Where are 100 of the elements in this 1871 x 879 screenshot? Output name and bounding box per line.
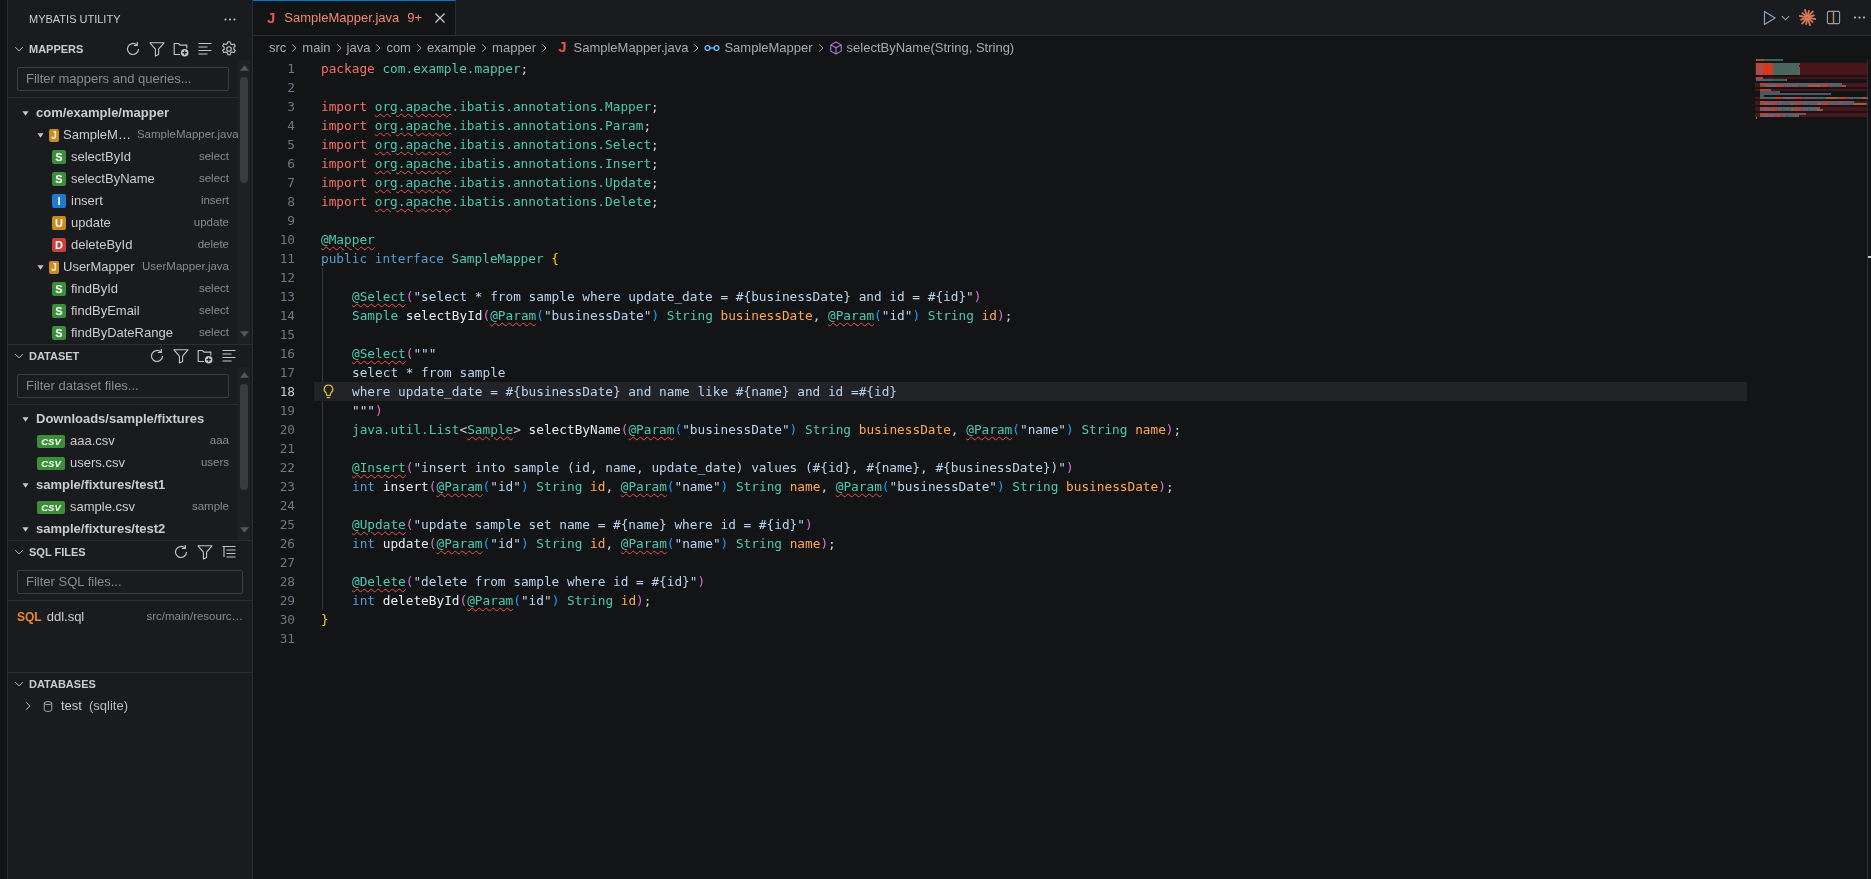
- settings-icon[interactable]: [221, 41, 237, 57]
- code-line: """): [352, 402, 383, 420]
- code-line: import org.apache.ibatis.annotations.Mapper;: [321, 98, 659, 116]
- file-type-badge: CSV: [37, 456, 65, 470]
- tree-item[interactable]: sample/fixtures/test2: [36, 519, 166, 539]
- breadcrumb[interactable]: java: [346, 37, 371, 58]
- caret-down-icon[interactable]: [22, 415, 29, 423]
- item-description: users: [199, 455, 229, 471]
- breadcrumb[interactable]: main: [302, 37, 331, 58]
- tree-item[interactable]: insert: [71, 191, 103, 211]
- query-type-badge: S: [52, 326, 66, 340]
- breadcrumb[interactable]: com: [386, 37, 411, 58]
- query-type-badge: D: [52, 238, 66, 252]
- code-line: import org.apache.ibatis.annotations.Update;: [321, 174, 659, 192]
- tree-item[interactable]: sample.csv: [70, 497, 136, 517]
- line-number: 17: [278, 364, 295, 382]
- tree-item[interactable]: SampleM…: [63, 125, 131, 145]
- query-type-badge: S: [52, 282, 66, 296]
- breadcrumb[interactable]: selectByName(String, String): [828, 37, 1015, 58]
- add-folder-icon[interactable]: [173, 41, 189, 57]
- item-description: aaa: [208, 433, 229, 449]
- code-line: select * from sample: [352, 364, 506, 382]
- tree-list-icon[interactable]: [221, 544, 237, 560]
- code-line: int deleteById(@Param("id") String id);: [352, 592, 652, 610]
- file-type-icon: J: [267, 6, 276, 30]
- filter-icon[interactable]: [197, 544, 213, 560]
- linked-circles-icon: [704, 43, 721, 52]
- editor-tab[interactable]: J SampleMapper.java 9+: [253, 0, 457, 35]
- tree-item[interactable]: ddl.sql: [46, 607, 85, 627]
- section-header[interactable]: MAPPERS: [29, 40, 84, 58]
- section-header[interactable]: SQL FILES: [29, 543, 86, 561]
- filter-field[interactable]: Filter SQL files...: [17, 569, 243, 594]
- caret-down-icon[interactable]: [37, 131, 44, 139]
- breadcrumb[interactable]: example: [426, 37, 477, 58]
- tree-item[interactable]: selectById: [71, 147, 131, 167]
- scrollbar-thumb[interactable]: [240, 77, 248, 183]
- section-header[interactable]: DATASET: [29, 347, 80, 365]
- section-header[interactable]: DATABASES: [29, 675, 96, 693]
- line-number: 20: [278, 421, 295, 439]
- breadcrumb[interactable]: src: [269, 37, 287, 58]
- chevron-down-icon[interactable]: [1781, 14, 1790, 21]
- refresh-icon[interactable]: [149, 348, 165, 364]
- file-type-badge: CSV: [37, 434, 65, 448]
- item-description: select: [197, 303, 229, 319]
- breadcrumb[interactable]: J SampleMapper.java: [552, 36, 689, 59]
- list-icon[interactable]: [197, 41, 213, 57]
- code-line: @Delete("delete from sample where id = #{id}"): [352, 573, 706, 591]
- code-line: import org.apache.ibatis.annotations.Insert;: [321, 155, 659, 173]
- tree-item[interactable]: test: [61, 696, 82, 716]
- breadcrumb[interactable]: SampleMapper: [704, 37, 813, 58]
- run-icon[interactable]: [1761, 9, 1777, 26]
- file-type-badge: J: [49, 128, 59, 142]
- item-description: insert: [199, 193, 229, 209]
- line-number: 5: [286, 136, 295, 154]
- query-type-badge: U: [52, 216, 66, 230]
- tree-item[interactable]: UserMapper: [63, 257, 135, 277]
- lightbulb-icon[interactable]: [322, 384, 335, 399]
- code-line: @Insert("insert into sample (id, name, update_date) values (#{id}, #{name}, #{businessDate})"): [352, 459, 1074, 477]
- item-description: select: [197, 325, 229, 341]
- tree-item[interactable]: com/example/mapper: [36, 103, 169, 123]
- more-icon[interactable]: [1853, 16, 1866, 19]
- starburst-icon[interactable]: [1799, 9, 1816, 26]
- code-line: int insert(@Param("id") String id, @Param("name") String name, @Param("businessDate") String businessDate);: [352, 478, 1174, 496]
- caret-down-icon[interactable]: [37, 263, 44, 271]
- line-number: 7: [286, 174, 295, 192]
- file-type-label: SQL: [17, 609, 42, 626]
- item-description: select: [197, 149, 229, 165]
- caret-down-icon[interactable]: [22, 525, 29, 533]
- tree-item[interactable]: findById: [71, 279, 118, 299]
- list-icon[interactable]: [221, 348, 237, 364]
- split-editor-icon[interactable]: [1826, 10, 1841, 25]
- query-type-badge: S: [52, 304, 66, 318]
- more-icon[interactable]: [224, 17, 236, 21]
- item-description: src/main/resourc…: [145, 609, 243, 625]
- refresh-icon[interactable]: [173, 544, 189, 560]
- tree-item[interactable]: findByDateRange: [71, 323, 173, 343]
- query-type-badge: S: [52, 150, 66, 164]
- filter-field[interactable]: Filter mappers and queries...: [17, 66, 229, 91]
- caret-down-icon[interactable]: [22, 481, 29, 489]
- tree-item[interactable]: deleteById: [71, 235, 133, 255]
- filter-icon[interactable]: [173, 348, 189, 364]
- tree-item[interactable]: Downloads/sample/fixtures: [36, 409, 205, 429]
- tree-item[interactable]: aaa.csv: [70, 431, 115, 451]
- refresh-icon[interactable]: [125, 41, 141, 57]
- tree-item[interactable]: users.csv: [70, 453, 125, 473]
- line-number: 21: [278, 440, 295, 458]
- tree-item[interactable]: findByEmail: [71, 301, 140, 321]
- line-number: 30: [278, 611, 295, 629]
- filter-icon[interactable]: [149, 41, 165, 57]
- code-line: package com.example.mapper;: [321, 60, 529, 78]
- breadcrumb[interactable]: mapper: [492, 37, 537, 58]
- tree-item[interactable]: sample/fixtures/test1: [36, 475, 166, 495]
- tree-item[interactable]: selectByName: [71, 169, 155, 189]
- scrollbar-thumb[interactable]: [240, 384, 248, 490]
- filter-field[interactable]: Filter dataset files...: [17, 373, 229, 398]
- add-folder-icon[interactable]: [197, 348, 213, 364]
- tree-item[interactable]: update: [71, 213, 111, 233]
- caret-down-icon[interactable]: [22, 109, 29, 117]
- item-description: delete: [196, 237, 229, 253]
- cube-icon: [828, 40, 843, 55]
